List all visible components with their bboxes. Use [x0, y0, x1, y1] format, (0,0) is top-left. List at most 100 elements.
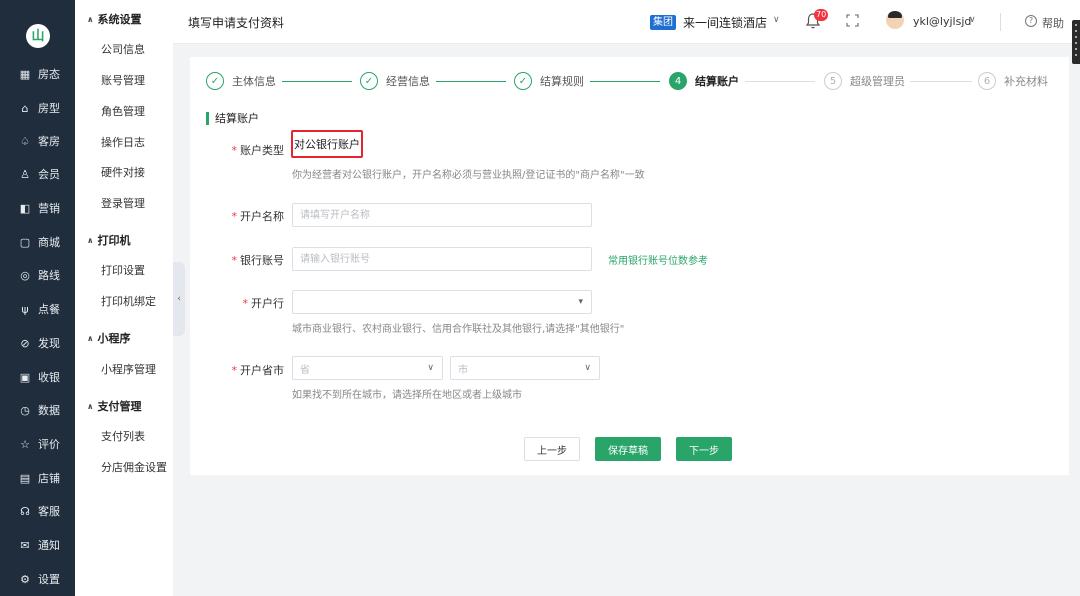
rail-item-cashier[interactable]: ▣ 收银 [0, 366, 75, 388]
sidebar-item-role-manage[interactable]: 角色管理 [101, 103, 145, 119]
rail-item-label: 点餐 [38, 303, 60, 316]
fullscreen-icon[interactable] [846, 14, 859, 27]
step-settlement-account[interactable]: 4 结算账户 [669, 72, 739, 90]
prev-step-button[interactable]: 上一步 [524, 437, 580, 461]
divider [1000, 13, 1001, 31]
account-name-label: * 开户名称 [231, 210, 285, 223]
page-title: 填写申请支付资料 [188, 16, 285, 30]
step-number-badge: 4 [669, 72, 687, 90]
chevron-down-icon[interactable]: ∨ [969, 15, 976, 25]
caret-down-icon: ▾ [578, 297, 583, 307]
rail-item-data[interactable]: ◷ 数据 [0, 399, 75, 421]
bell-icon: ♤ [20, 134, 30, 148]
sidebar-item-account-manage[interactable]: 账号管理 [101, 72, 145, 88]
rail-item-discover[interactable]: ⊘ 发现 [0, 332, 75, 354]
cashier-icon: ▣ [19, 370, 31, 384]
rail-item-label: 商城 [38, 236, 60, 249]
step-business-info[interactable]: ✓ 经营信息 [360, 72, 430, 90]
rail-item-mall[interactable]: ▢ 商城 [0, 231, 75, 253]
step-connector [745, 81, 815, 82]
bank-select[interactable]: ▾ [292, 290, 592, 314]
chevron-up-icon: ∧ [87, 333, 94, 343]
rail-item-room-status[interactable]: ▦ 房态 [0, 63, 75, 85]
rail-item-settings[interactable]: ⚙ 设置 [0, 568, 75, 590]
compass-icon: ⊘ [20, 336, 30, 350]
shop-icon: ▢ [19, 235, 31, 249]
save-draft-button[interactable]: 保存草稿 [595, 437, 661, 461]
chevron-up-icon: ∧ [87, 401, 94, 411]
next-step-button[interactable]: 下一步 [676, 437, 732, 461]
avatar[interactable] [886, 11, 904, 29]
grid-icon: ▦ [19, 67, 31, 81]
rail-item-route[interactable]: ◎ 路线 [0, 264, 75, 286]
sidebar-item-company-info[interactable]: 公司信息 [101, 41, 145, 57]
sidebar-item-miniprogram-manage[interactable]: 小程序管理 [101, 361, 156, 377]
floating-toolbar-handle[interactable] [1072, 20, 1080, 64]
hotel-selector[interactable]: 来一间连锁酒店 [683, 14, 767, 31]
step-settlement-rules[interactable]: ✓ 结算规则 [514, 72, 584, 90]
rail-item-service[interactable]: ☊ 客服 [0, 500, 75, 522]
step-number-badge: 5 [824, 72, 842, 90]
help-icon[interactable]: ? [1025, 15, 1037, 27]
step-supplementary[interactable]: 6 补充材料 [978, 72, 1048, 90]
gear-icon: ⚙ [20, 572, 30, 586]
rail-item-label: 客房 [38, 135, 60, 148]
sidebar-item-payment-list[interactable]: 支付列表 [101, 428, 145, 444]
sidebar-group-system[interactable]: ∧ 系统设置 [87, 11, 142, 27]
step-connector [910, 81, 972, 82]
chevron-left-icon: ‹ [177, 294, 181, 304]
account-name-input[interactable] [292, 203, 592, 227]
step-number-badge: 6 [978, 72, 996, 90]
chevron-up-icon: ∧ [87, 235, 94, 245]
main-nav-rail: 山 ▦ 房态 ⌂ 房型 ♤ 客房 ♙ 会员 ◧ 营销 ▢ 商城 ◎ 路线 ψ 点餐 ⊘ 发现 ▣ 收… [0, 0, 75, 596]
rail-item-label: 设置 [38, 573, 60, 586]
rail-item-marketing[interactable]: ◧ 营销 [0, 197, 75, 219]
sidebar-item-operation-log[interactable]: 操作日志 [101, 134, 145, 150]
step-subject-info[interactable]: ✓ 主体信息 [206, 72, 276, 90]
region-hint: 如果找不到所在城市，请选择所在地区或者上级城市 [292, 390, 522, 401]
chevron-down-icon: ∨ [427, 363, 434, 373]
sidebar-group-printer[interactable]: ∧ 打印机 [87, 232, 131, 248]
sidebar-item-commission[interactable]: 分店佣金设置 [101, 459, 167, 475]
province-select[interactable]: 省 ∨ [292, 356, 443, 380]
rail-item-label: 通知 [38, 539, 60, 552]
account-type-label: * 账户类型 [231, 144, 285, 157]
rail-item-label: 会员 [38, 168, 60, 181]
collapse-sidebar-button[interactable]: ‹ [173, 262, 185, 336]
user-icon: ♙ [20, 167, 30, 181]
top-header: 填写申请支付资料 集团 来一间连锁酒店 ∨ 70 ykl@lyjlsjd ∨ ?… [173, 0, 1080, 44]
rail-item-label: 房型 [38, 102, 60, 115]
check-circle-icon: ✓ [360, 72, 378, 90]
sidebar-item-printer-bind[interactable]: 打印机绑定 [101, 293, 156, 309]
rail-item-room-type[interactable]: ⌂ 房型 [0, 97, 75, 119]
help-link[interactable]: 帮助 [1042, 15, 1064, 31]
sidebar-group-payment[interactable]: ∧ 支付管理 [87, 398, 142, 414]
sidebar-item-hardware[interactable]: 硬件对接 [101, 164, 145, 180]
rail-item-notice[interactable]: ✉ 通知 [0, 534, 75, 556]
bank-account-length-link[interactable]: 常用银行账号位数参考 [608, 252, 708, 267]
sidebar-item-login-manage[interactable]: 登录管理 [101, 195, 145, 211]
bank-account-input[interactable] [292, 247, 592, 271]
section-title: 结算账户 [206, 112, 259, 125]
home-icon: ⌂ [21, 101, 29, 115]
rail-item-guest-room[interactable]: ♤ 客房 [0, 130, 75, 152]
step-super-admin[interactable]: 5 超级管理员 [824, 72, 905, 90]
rail-item-review[interactable]: ☆ 评价 [0, 433, 75, 455]
step-connector [436, 81, 506, 82]
rail-item-ordering[interactable]: ψ 点餐 [0, 298, 75, 320]
account-type-hint: 你为经营者对公银行账户，开户名称必须与营业执照/登记证书的"商户名称"一致 [292, 170, 645, 181]
check-circle-icon: ✓ [206, 72, 224, 90]
bank-hint: 城市商业银行、农村商业银行、信用合作联社及其他银行,请选择"其他银行" [292, 324, 625, 335]
sidebar-item-print-settings[interactable]: 打印设置 [101, 262, 145, 278]
check-circle-icon: ✓ [514, 72, 532, 90]
cutlery-icon: ψ [21, 302, 29, 316]
brand-logo-icon[interactable]: 山 [26, 24, 50, 48]
rail-item-label: 营销 [38, 202, 60, 215]
rail-item-member[interactable]: ♙ 会员 [0, 163, 75, 185]
city-select[interactable]: 市 ∨ [450, 356, 600, 380]
chart-icon: ◷ [20, 403, 30, 417]
rail-item-store[interactable]: ▤ 店铺 [0, 467, 75, 489]
user-account-name[interactable]: ykl@lyjlsjd [913, 15, 971, 28]
sidebar-group-miniprogram[interactable]: ∧ 小程序 [87, 330, 131, 346]
chevron-down-icon[interactable]: ∨ [773, 15, 780, 25]
